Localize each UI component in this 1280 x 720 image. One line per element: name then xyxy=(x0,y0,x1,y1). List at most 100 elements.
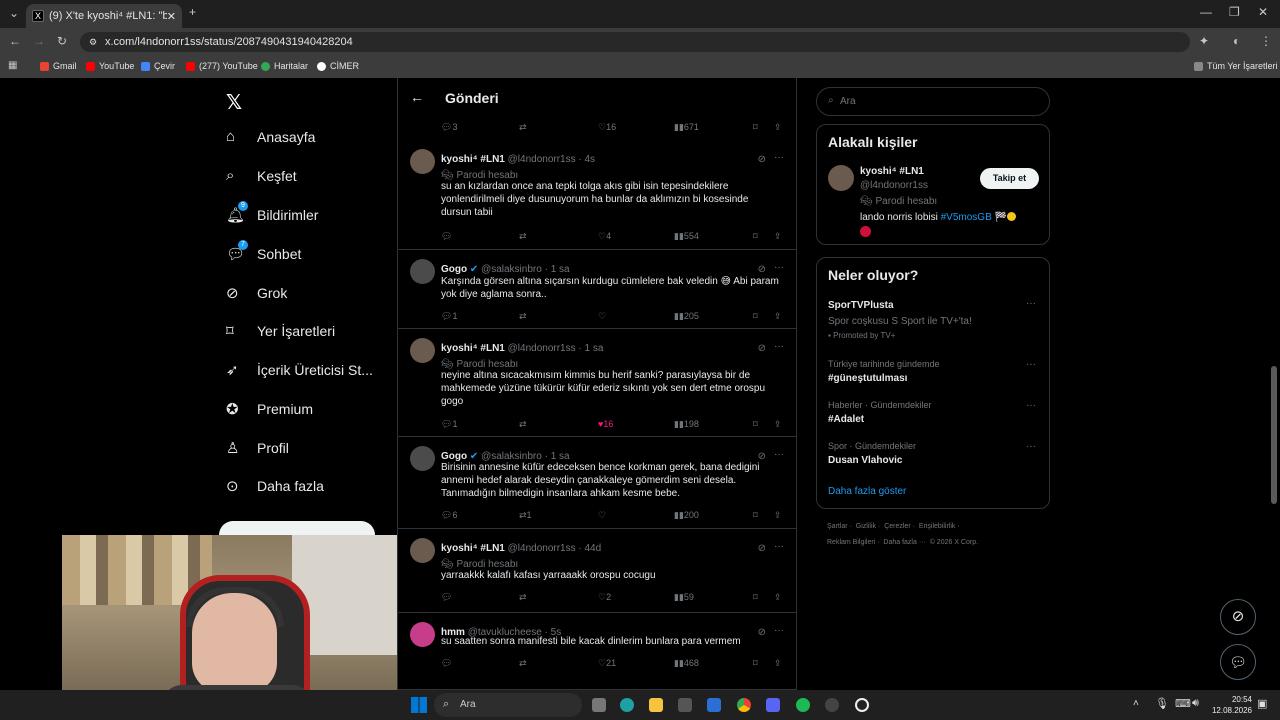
reply-button[interactable]: 💬︎ 1 xyxy=(441,311,457,322)
trend-item[interactable]: Türkiye tarihinde gündemde #güneştutulmas… xyxy=(828,359,940,384)
restore-icon[interactable]: ❐ xyxy=(1229,5,1240,19)
retweet-button[interactable]: ⇄ xyxy=(519,122,527,133)
site-info-icon[interactable]: ⚙ xyxy=(89,32,97,52)
tweet-time[interactable]: 4s xyxy=(585,154,596,165)
back-arrow-icon[interactable]: ← xyxy=(410,89,424,105)
tweet-time[interactable]: 1 sa xyxy=(551,264,570,275)
author-handle[interactable]: @salaksinbro xyxy=(481,264,542,275)
address-bar[interactable]: ⚙ x.com/l4ndonorr1ss/status/208749043194… xyxy=(80,32,1190,52)
show-more-link[interactable]: Daha fazla göster xyxy=(828,486,906,497)
avatar[interactable] xyxy=(828,165,854,191)
bookmark-youtube-277[interactable]: (277) YouTube xyxy=(186,61,258,71)
sidebar-item-6[interactable]: ➶ İçerik Üreticisi St... xyxy=(226,361,373,379)
like-button[interactable]: ♥ 16 xyxy=(598,419,613,429)
like-button[interactable]: ♡ 16 xyxy=(598,122,616,133)
trend-more-icon[interactable]: ··· xyxy=(1026,359,1036,370)
sidebar-item-7[interactable]: ✪ Premium xyxy=(226,400,313,418)
task-view-icon[interactable] xyxy=(592,698,606,712)
retweet-button[interactable]: ⇄ 1 xyxy=(519,510,532,521)
author-name[interactable]: Gogo xyxy=(441,264,467,275)
more-icon[interactable]: ··· xyxy=(774,262,784,273)
bookmark-translate[interactable]: Çevir xyxy=(141,61,175,71)
trend-more-icon[interactable]: ··· xyxy=(1026,298,1036,309)
scrollbar[interactable] xyxy=(1271,366,1277,504)
bookmark-youtube[interactable]: YouTube xyxy=(86,61,134,71)
tray-chevron-icon[interactable]: ˄ xyxy=(1133,698,1139,709)
grok-explain-icon[interactable]: ⊘ xyxy=(758,264,766,275)
bookmark-button[interactable]: ⌑ xyxy=(753,231,758,242)
volume-icon[interactable]: 🔊︎ xyxy=(1192,697,1199,710)
reload-icon[interactable]: ↻ xyxy=(57,34,67,48)
like-button[interactable]: ♡ xyxy=(598,311,606,322)
footer-link[interactable]: Reklam Bilgileri xyxy=(827,539,875,546)
footer-link[interactable]: Şartlar xyxy=(827,523,848,530)
start-button[interactable] xyxy=(411,697,427,713)
bookmark-button[interactable]: ⌑ xyxy=(753,122,758,133)
trend-more-icon[interactable]: ··· xyxy=(1026,441,1036,452)
profile-icon[interactable]: ◐ xyxy=(1233,34,1240,48)
sidebar-item-4[interactable]: ⊘ Grok xyxy=(226,284,287,302)
new-tab-icon[interactable]: + xyxy=(189,5,196,19)
more-icon[interactable]: ··· xyxy=(774,152,784,163)
more-icon[interactable]: ··· xyxy=(774,341,784,352)
author-handle[interactable]: @l4ndonorr1ss xyxy=(508,154,576,165)
reply-button[interactable]: 💬︎ xyxy=(441,592,452,603)
chrome-icon[interactable] xyxy=(737,698,751,712)
trend-more-icon[interactable]: ··· xyxy=(1026,400,1036,411)
author-name[interactable]: kyoshi⁴ #LN1 xyxy=(441,343,505,354)
clock[interactable]: 20:54 12.08.2026 xyxy=(1208,694,1252,716)
steam-icon[interactable] xyxy=(825,698,839,712)
footer-link[interactable]: Daha fazla ··· xyxy=(883,539,925,546)
retweet-button[interactable]: ⇄ xyxy=(519,311,527,322)
extensions-icon[interactable]: ✦ xyxy=(1199,34,1209,48)
like-button[interactable]: ♡ 21 xyxy=(598,658,616,669)
bookmark-button[interactable]: ⌑ xyxy=(753,510,758,521)
close-tab-icon[interactable]: ✕ xyxy=(167,10,176,23)
close-window-icon[interactable]: ✕ xyxy=(1258,5,1268,19)
follow-button[interactable]: Takip et xyxy=(980,168,1039,189)
share-button[interactable]: ⇪ xyxy=(774,419,782,430)
footer-link[interactable]: Çerezler xyxy=(884,523,910,530)
grok-explain-icon[interactable]: ⊘ xyxy=(758,154,766,165)
author-handle[interactable]: @l4ndonorr1ss xyxy=(508,343,576,354)
back-icon[interactable]: ← xyxy=(9,34,21,48)
tab-list-icon[interactable]: ⌄ xyxy=(9,6,19,20)
tweet[interactable]: kyoshi⁴ #LN1 @l4ndonorr1ss · 44d ⊘ ··· 🎭︎ P… xyxy=(398,529,796,613)
reply-button[interactable]: 💬︎ 6 xyxy=(441,510,457,521)
discord-icon[interactable] xyxy=(766,698,780,712)
sidebar-item-8[interactable]: ♙ Profil xyxy=(226,439,289,457)
like-button[interactable]: ♡ xyxy=(598,510,606,521)
avatar[interactable] xyxy=(410,149,435,174)
network-icon[interactable]: ⌨︎ xyxy=(1175,697,1191,710)
microphone-icon[interactable]: 🎙︎ xyxy=(1155,697,1169,710)
tweet[interactable]: Gogo ✔︎ @salaksinbro · 1 sa ⊘ ··· Birisinin… xyxy=(398,437,796,529)
messages-float-button[interactable]: 💬︎ xyxy=(1220,644,1256,680)
grok-explain-icon[interactable]: ⊘ xyxy=(758,343,766,354)
share-button[interactable]: ⇪ xyxy=(774,510,782,521)
sidebar-item-0[interactable]: ⌂ Anasayfa xyxy=(226,128,315,146)
bookmark-button[interactable]: ⌑ xyxy=(753,311,758,322)
tweet[interactable]: kyoshi⁴ #LN1 @l4ndonorr1ss · 4s ⊘ ··· 🎭︎ Pa… xyxy=(398,140,796,250)
retweet-button[interactable]: ⇄ xyxy=(519,658,527,669)
bookmark-maps[interactable]: Haritalar xyxy=(261,61,308,71)
taskbar-search[interactable]: ⌕ Ara xyxy=(434,693,582,717)
sidebar-item-2[interactable]: 🔔︎ 9 Bildirimler xyxy=(226,201,318,224)
person-name[interactable]: kyoshi⁴ #LN1 xyxy=(860,166,924,177)
tweet[interactable]: kyoshi⁴ #LN1 @l4ndonorr1ss · 1 sa ⊘ ··· 🎭︎ … xyxy=(398,329,796,437)
avatar[interactable] xyxy=(410,622,435,647)
x-logo-icon[interactable]: 𝕏 xyxy=(226,90,242,115)
grok-explain-icon[interactable]: ⊘ xyxy=(758,543,766,554)
reply-button[interactable]: 💬︎ 1 xyxy=(441,419,457,430)
search-box[interactable]: ⌕ Ara xyxy=(816,87,1050,116)
avatar[interactable] xyxy=(410,338,435,363)
notification-icon[interactable]: ▣ xyxy=(1257,697,1267,710)
like-button[interactable]: ♡ 4 xyxy=(598,231,611,242)
share-button[interactable]: ⇪ xyxy=(774,122,782,133)
trend-item[interactable]: Haberler · Gündemdekiler #Adalet xyxy=(828,400,932,425)
bookmark-gmail[interactable]: Gmail xyxy=(40,61,77,71)
like-button[interactable]: ♡ 2 xyxy=(598,592,611,603)
author-name[interactable]: kyoshi⁴ #LN1 xyxy=(441,154,505,165)
footer-link[interactable]: Erişilebilirlik xyxy=(919,523,956,530)
mail-icon[interactable] xyxy=(707,698,721,712)
retweet-button[interactable]: ⇄ xyxy=(519,231,527,242)
